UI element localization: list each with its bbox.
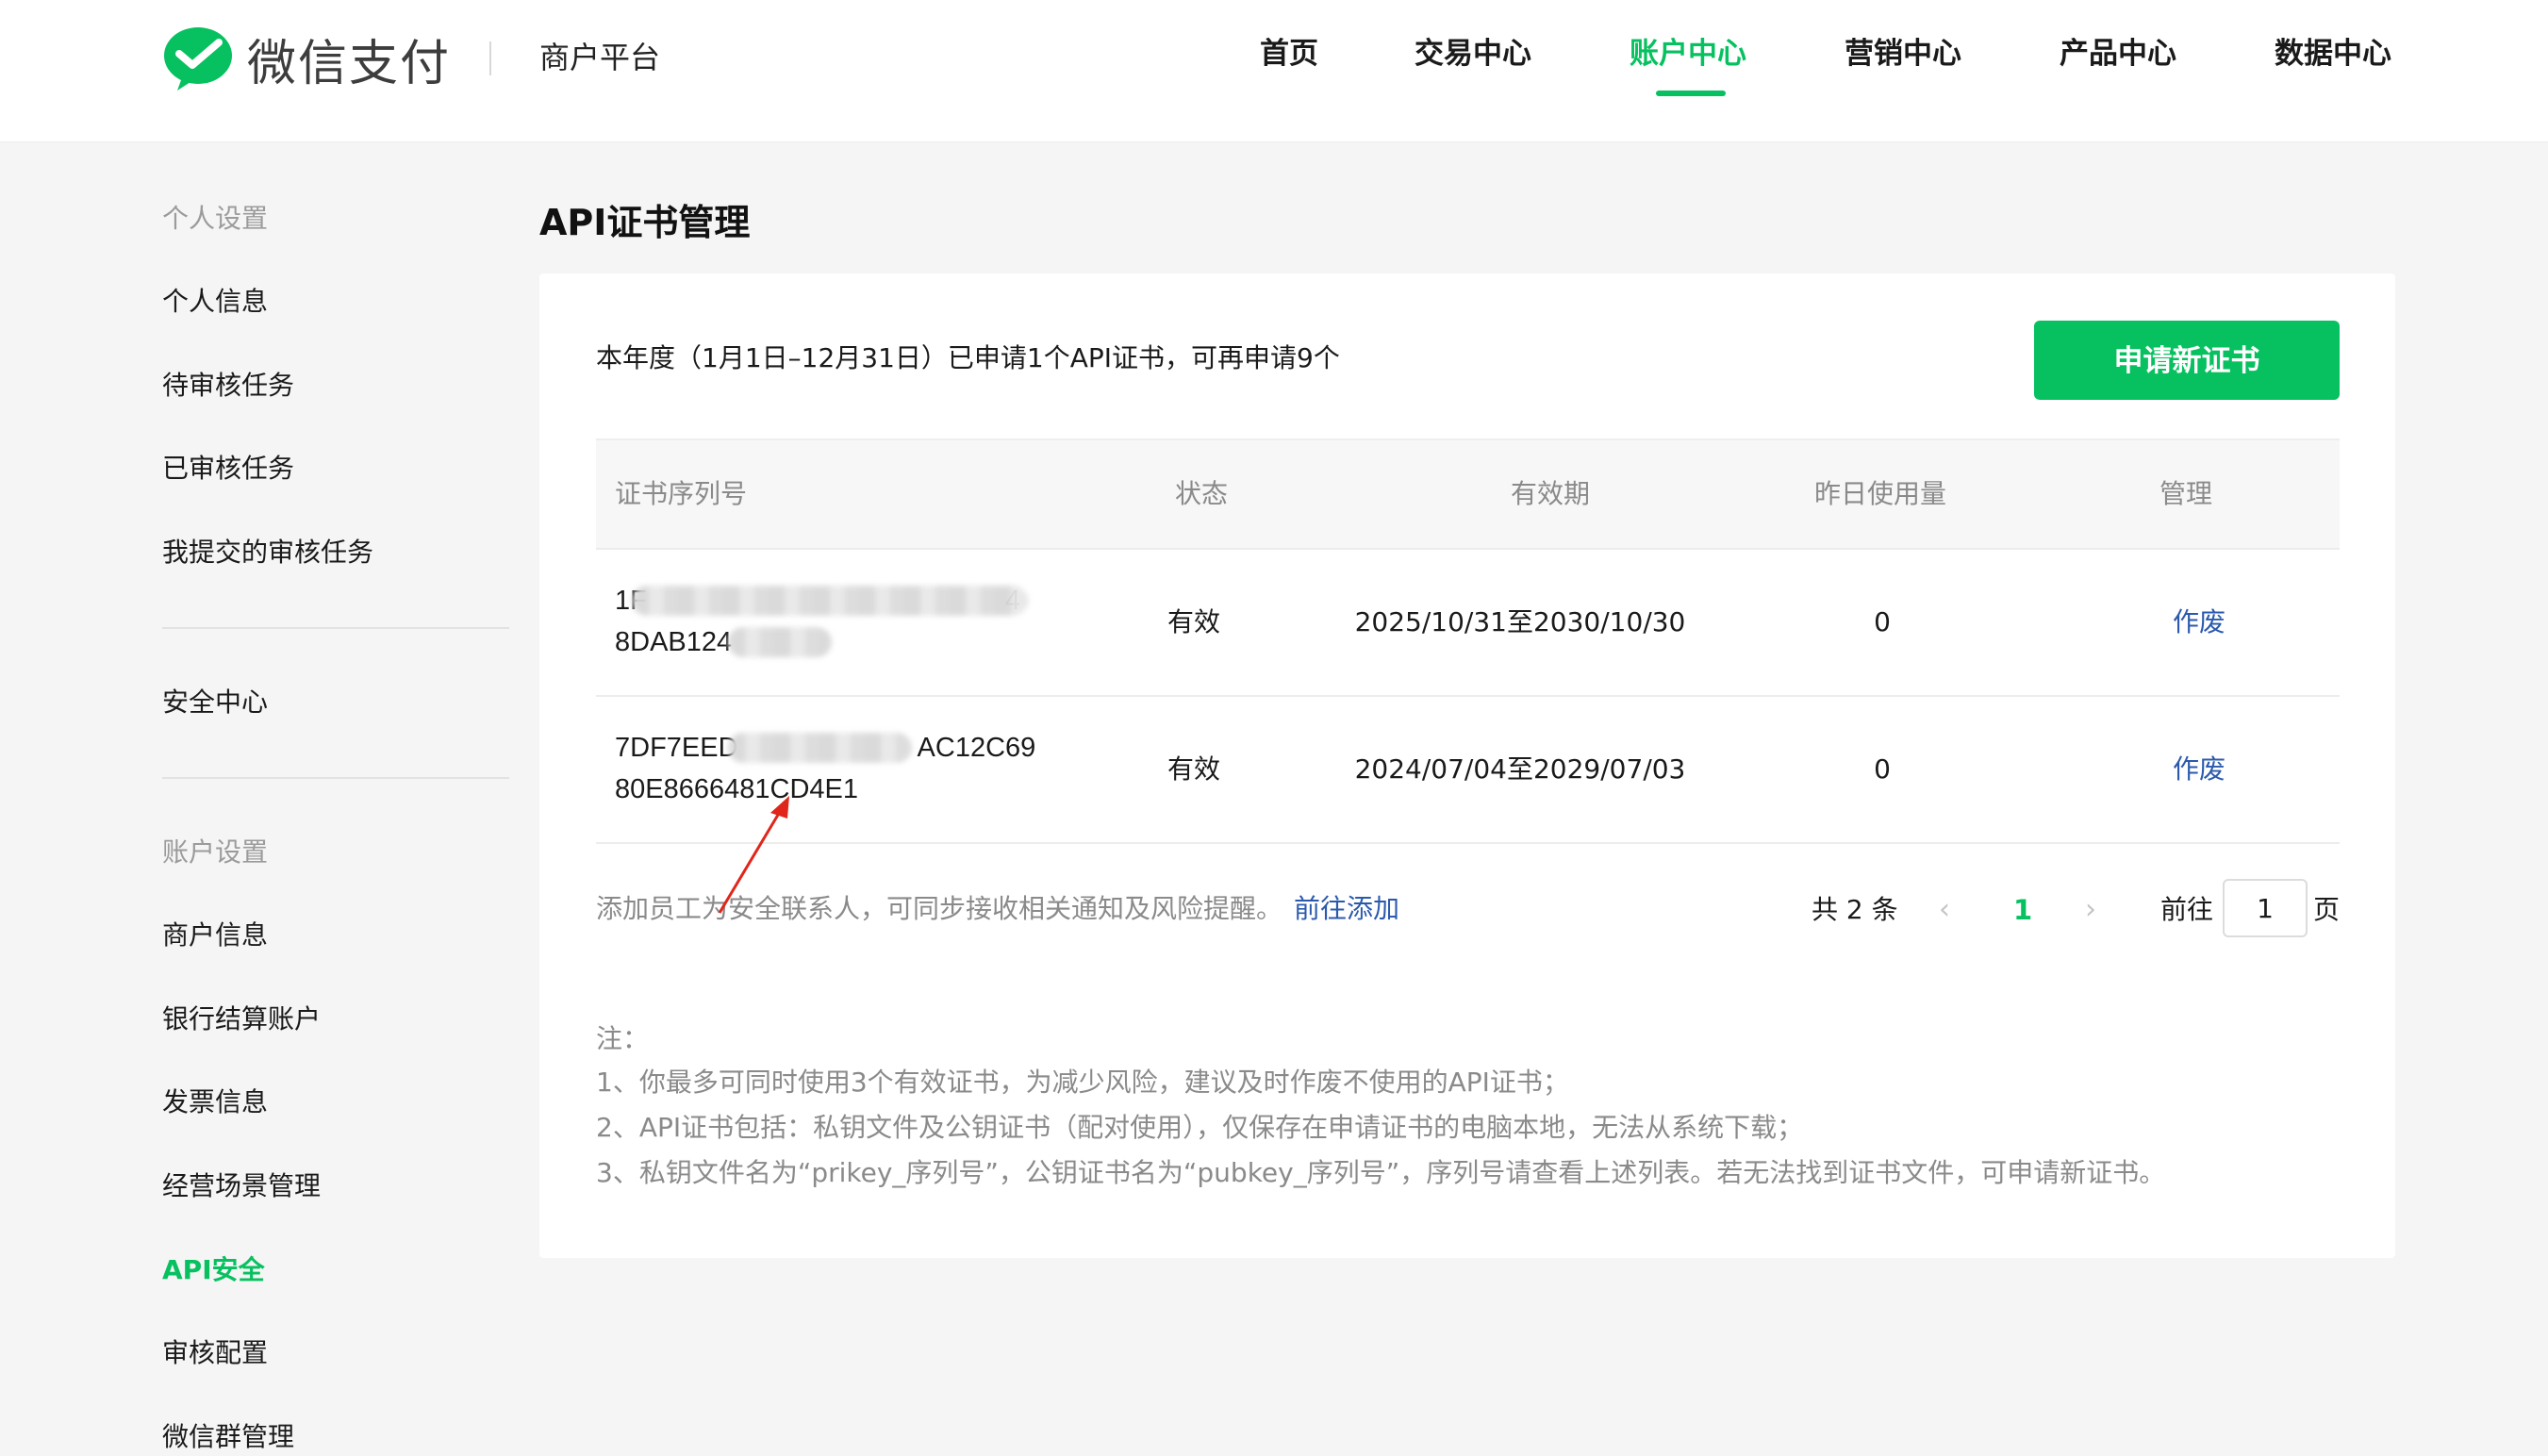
add-contact-link[interactable]: 前往添加 bbox=[1294, 893, 1399, 924]
nav-trade-center[interactable]: 交易中心 bbox=[1415, 32, 1531, 75]
status-cell: 有效 bbox=[1166, 753, 1220, 785]
sidebar: 个人设置 个人信息 待审核任务 已审核任务 我提交的审核任务 安全中心 账户设置… bbox=[162, 141, 511, 1456]
note-line: 2、API证书包括：私钥文件及公钥证书（配对使用），仅保存在申请证书的电脑本地，… bbox=[596, 1112, 1804, 1143]
sidebar-item-merchant-info[interactable]: 商户信息 bbox=[162, 917, 268, 954]
table-header: 证书序列号 状态 有效期 昨日使用量 管理 bbox=[596, 438, 2340, 550]
usage-cell: 0 bbox=[1874, 753, 1891, 785]
notes-title: 注： bbox=[596, 1023, 650, 1054]
serial-line: 8DAB124 bbox=[615, 621, 1020, 663]
sidebar-divider bbox=[162, 627, 509, 629]
revoke-link[interactable]: 作废 bbox=[2133, 697, 2265, 842]
sidebar-item-security-center[interactable]: 安全中心 bbox=[162, 684, 268, 721]
sidebar-item-pending-review[interactable]: 待审核任务 bbox=[162, 367, 294, 405]
nav-active-indicator bbox=[1656, 91, 1726, 96]
prev-page-icon[interactable]: ‹ bbox=[1939, 877, 1950, 943]
column-header-validity: 有效期 bbox=[1511, 478, 1591, 509]
revoke-link[interactable]: 作废 bbox=[2133, 550, 2265, 695]
quota-text: 本年度（1月1日–12月31日）已申请1个API证书，可再申请9个 bbox=[596, 342, 1340, 373]
redaction-blur bbox=[728, 627, 832, 657]
goto-page-input[interactable] bbox=[2223, 879, 2308, 937]
next-page-icon[interactable]: › bbox=[2085, 877, 2096, 943]
sidebar-item-reviewed[interactable]: 已审核任务 bbox=[162, 450, 294, 488]
sidebar-group-personal: 个人设置 bbox=[162, 203, 269, 234]
notes-section: 注： 1、你最多可同时使用3个有效证书，为减少风险，建议及时作废不使用的API证… bbox=[596, 1018, 2340, 1196]
pagination: 共 2 条 ‹ 1 › 前往 页 bbox=[1812, 877, 2340, 943]
security-contact-hint: 添加员工为安全联系人，可同步接收相关通知及风险提醒。 前往添加 bbox=[596, 888, 1399, 930]
sidebar-group-account: 账户设置 bbox=[162, 836, 269, 868]
column-header-usage: 昨日使用量 bbox=[1814, 478, 1947, 509]
sidebar-item-review-config[interactable]: 审核配置 bbox=[162, 1334, 268, 1372]
certificate-card: 本年度（1月1日–12月31日）已申请1个API证书，可再申请9个 申请新证书 … bbox=[539, 273, 2395, 1258]
serial-start: 7DF7EED bbox=[615, 733, 738, 763]
sidebar-item-api-security[interactable]: API安全 bbox=[162, 1251, 265, 1289]
sidebar-item-bank-account[interactable]: 银行结算账户 bbox=[162, 1001, 321, 1038]
nav-product-center[interactable]: 产品中心 bbox=[2060, 32, 2176, 75]
redaction-blur bbox=[632, 586, 1028, 616]
column-header-manage: 管理 bbox=[2159, 478, 2213, 509]
page-suffix: 页 bbox=[2313, 894, 2341, 925]
validity-cell: 2025/10/31至2030/10/30 bbox=[1354, 606, 1686, 637]
sidebar-item-wechat-group[interactable]: 微信群管理 bbox=[162, 1418, 294, 1456]
sidebar-divider bbox=[162, 777, 509, 779]
serial-line: 1F4 bbox=[615, 580, 1028, 621]
note-line: 1、你最多可同时使用3个有效证书，为减少风险，建议及时作废不使用的API证书； bbox=[596, 1067, 1569, 1098]
main-nav: 首页 交易中心 账户中心 营销中心 产品中心 数据中心 bbox=[0, 32, 2548, 108]
certificate-table: 证书序列号 状态 有效期 昨日使用量 管理 1F4 8DAB124 有效 202… bbox=[596, 438, 2340, 844]
serial-line2: 8DAB124 bbox=[615, 627, 733, 657]
goto-label: 前往 bbox=[2160, 894, 2214, 925]
column-header-serial: 证书序列号 bbox=[615, 478, 748, 509]
status-cell: 有效 bbox=[1166, 606, 1220, 637]
note-line: 3、私钥文件名为“prikey_序列号”，公钥证书名为“pubkey_序列号”，… bbox=[596, 1157, 2166, 1188]
column-header-status: 状态 bbox=[1175, 478, 1229, 509]
pagination-total: 共 2 条 bbox=[1812, 894, 1898, 925]
certificate-serial: 1F4 8DAB124 bbox=[615, 580, 1028, 663]
table-footer: 添加员工为安全联系人，可同步接收相关通知及风险提醒。 前往添加 共 2 条 ‹ 1… bbox=[596, 877, 2340, 943]
sidebar-item-my-submitted[interactable]: 我提交的审核任务 bbox=[162, 534, 373, 571]
validity-cell: 2024/07/04至2029/07/03 bbox=[1354, 753, 1686, 785]
table-row: 1F4 8DAB124 有效 2025/10/31至2030/10/30 0 作… bbox=[596, 550, 2340, 697]
security-contact-text: 添加员工为安全联系人，可同步接收相关通知及风险提醒。 bbox=[596, 893, 1283, 924]
certificate-serial: 7DF7EED AC12C69 80E8666481CD4E1 bbox=[615, 727, 1035, 810]
page-number-current[interactable]: 1 bbox=[2013, 877, 2032, 943]
apply-new-certificate-button[interactable]: 申请新证书 bbox=[2034, 321, 2340, 400]
serial-end: AC12C69 bbox=[917, 733, 1036, 763]
nav-marketing-center[interactable]: 营销中心 bbox=[1845, 32, 1961, 75]
sidebar-item-personal-info[interactable]: 个人信息 bbox=[162, 283, 268, 321]
table-row: 7DF7EED AC12C69 80E8666481CD4E1 有效 2024/0… bbox=[596, 697, 2340, 844]
top-header: 微信支付 商户平台 首页 交易中心 账户中心 营销中心 产品中心 数据中心 bbox=[0, 0, 2548, 142]
serial-line2: 80E8666481CD4E1 bbox=[615, 774, 858, 804]
sidebar-item-business-scene[interactable]: 经营场景管理 bbox=[162, 1167, 321, 1205]
nav-account-center[interactable]: 账户中心 bbox=[1630, 32, 1746, 75]
nav-data-center[interactable]: 数据中心 bbox=[2275, 32, 2391, 75]
nav-home[interactable]: 首页 bbox=[1260, 32, 1318, 75]
redaction-blur bbox=[728, 733, 912, 763]
usage-cell: 0 bbox=[1874, 606, 1891, 637]
page-title: API证书管理 bbox=[539, 202, 751, 243]
serial-line: 7DF7EED AC12C69 bbox=[615, 727, 1035, 769]
sidebar-item-invoice-info[interactable]: 发票信息 bbox=[162, 1084, 268, 1121]
